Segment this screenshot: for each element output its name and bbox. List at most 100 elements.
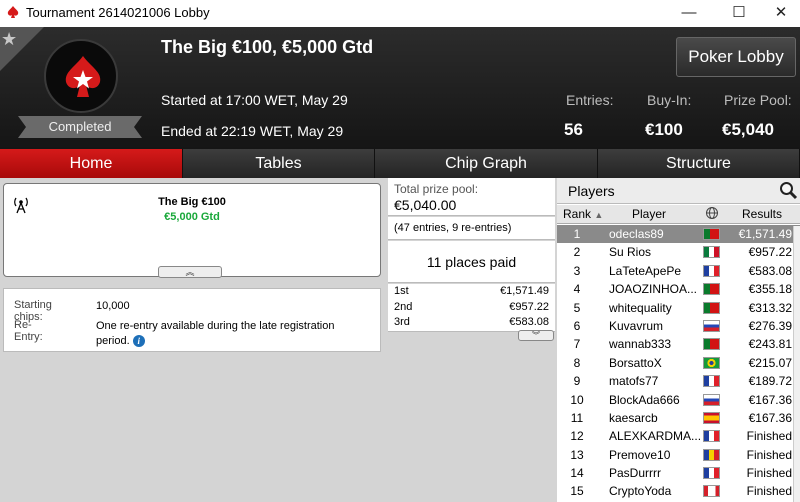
tab-chip-graph[interactable]: Chip Graph: [375, 149, 598, 178]
reentry-label: Re-Entry:: [14, 319, 43, 343]
tournament-name: The Big €100: [158, 196, 226, 208]
mexico-flag-icon: [703, 246, 720, 259]
player-row[interactable]: 12 ALEXKARDMA... Finished: [557, 427, 800, 445]
home-panel: The Big €100 €5,000 Gtd ︽ Starting chips…: [0, 178, 386, 502]
star-icon[interactable]: ★: [1, 29, 17, 50]
start-time: Started at 17:00 WET, May 29: [161, 92, 348, 108]
player-row[interactable]: 8 BorsattoX €215.07: [557, 354, 800, 372]
player-row[interactable]: 6 Kuvavrum €276.39: [557, 317, 800, 335]
maximize-button[interactable]: ☐: [716, 0, 762, 27]
player-row[interactable]: 9 matofs77 €189.72: [557, 372, 800, 390]
players-list: 1 odeclas89 €1,571.49 2 Su Rios €957.22 3 LaTet…: [557, 225, 800, 501]
player-row[interactable]: 11 kaesarcb €167.36: [557, 409, 800, 427]
close-button[interactable]: ✕: [758, 0, 800, 27]
prize-pool-value: €5,040: [722, 120, 774, 139]
rank-column-wrap[interactable]: Rank ▲: [563, 207, 603, 221]
player-rank: 6: [573, 318, 581, 333]
player-row[interactable]: 3 LaTeteApePe €583.08: [557, 262, 800, 280]
player-rank: 10: [570, 392, 584, 407]
russia-flag-icon: [703, 393, 720, 406]
player-rank: 7: [573, 337, 581, 352]
player-rank: 12: [570, 429, 584, 444]
player-name: JOAOZINHOA...: [609, 282, 698, 297]
portugal-flag-icon: [703, 283, 720, 296]
entries-summary: (47 entries, 9 re-entries): [388, 217, 555, 240]
player-result: €167.36: [748, 392, 792, 407]
player-rank: 5: [573, 300, 581, 315]
payout-amount: €1,571.49: [500, 285, 549, 297]
payout-expand-toggle[interactable]: ︾: [518, 330, 554, 341]
total-prize-label: Total prize pool:: [394, 182, 479, 196]
player-result: Finished: [746, 484, 792, 499]
player-row[interactable]: 5 whitequality €313.32: [557, 299, 800, 317]
player-result: €189.72: [748, 374, 792, 389]
payout-place: 2nd: [394, 300, 413, 313]
player-row[interactable]: 15 CryptoYoda Finished: [557, 482, 800, 500]
france-flag-icon: [703, 375, 720, 388]
player-row[interactable]: 10 BlockAda666 €167.36: [557, 391, 800, 409]
buyin-value: €100: [645, 120, 683, 139]
window-titlebar: Tournament 2614021006 Lobby — ☐ ✕: [0, 0, 800, 27]
player-name: BlockAda666: [609, 392, 680, 407]
moldova-flag-icon: [703, 448, 720, 461]
player-result: Finished: [746, 466, 792, 481]
player-name: BorsattoX: [609, 355, 662, 370]
tab-tables[interactable]: Tables: [183, 149, 375, 178]
payout-place: 1st: [394, 285, 409, 297]
player-name: Su Rios: [609, 245, 652, 260]
globe-icon[interactable]: [705, 206, 719, 223]
search-icon[interactable]: [779, 181, 798, 200]
info-icon[interactable]: i: [132, 335, 145, 347]
expand-toggle[interactable]: ︽: [158, 266, 222, 278]
starting-chips-value: 10,000: [96, 300, 130, 312]
minimize-button[interactable]: —: [666, 0, 712, 27]
window-title: Tournament 2614021006 Lobby: [26, 5, 210, 20]
player-rank: 14: [570, 466, 584, 481]
player-row[interactable]: 13 Premove10 Finished: [557, 446, 800, 464]
tournament-info: Starting chips: 10,000 Re-Entry: One re-…: [3, 288, 381, 352]
player-rank: 3: [573, 263, 581, 278]
player-name: whitequality: [609, 300, 672, 315]
spade-logo-icon: [65, 56, 101, 97]
player-name: odeclas89: [609, 227, 664, 241]
player-result: €243.81: [748, 337, 792, 352]
payout-amount: €957.22: [509, 300, 549, 313]
prize-panel: Total prize pool: €5,040.00 (47 entries,…: [388, 178, 555, 502]
france-flag-icon: [703, 467, 720, 480]
players-heading: Players: [568, 183, 615, 199]
sort-asc-icon: ▲: [594, 210, 604, 220]
rank-column-header[interactable]: Rank: [563, 207, 591, 221]
player-result: €957.22: [748, 245, 792, 260]
reentry-text-wrap: One re-entry available during the late r…: [96, 319, 358, 349]
player-row[interactable]: 14 PasDurrrr Finished: [557, 464, 800, 482]
pokerstars-spade-icon: [7, 6, 19, 18]
entries-label: Entries:: [566, 92, 614, 108]
player-name: LaTeteApePe: [609, 263, 682, 278]
payout-place: 3rd: [394, 316, 410, 328]
player-name: PasDurrrr: [609, 466, 662, 481]
players-scrollbar[interactable]: [793, 226, 800, 502]
portugal-flag-icon: [703, 338, 720, 351]
player-row[interactable]: 2 Su Rios €957.22: [557, 243, 800, 261]
tab-structure[interactable]: Structure: [598, 149, 800, 178]
player-rank: 15: [570, 484, 584, 499]
player-row[interactable]: 4 JOAOZINHOA... €355.18: [557, 280, 800, 298]
player-name: ALEXKARDMA...: [609, 429, 702, 444]
tournament-header: ★ Completed The Big €100, €5,000 Gtd Sta…: [0, 27, 800, 149]
player-result: €215.07: [748, 355, 792, 370]
player-rank: 11: [570, 410, 584, 425]
results-column-header[interactable]: Results: [742, 207, 782, 221]
places-paid: 11 places paid: [388, 241, 555, 283]
player-name: CryptoYoda: [609, 484, 672, 499]
player-rank: 13: [570, 447, 584, 462]
player-column-header[interactable]: Player: [632, 207, 666, 221]
payout-row: 3rd €583.08: [388, 315, 555, 331]
poker-lobby-button[interactable]: Poker Lobby: [676, 37, 796, 77]
tab-home[interactable]: Home: [0, 149, 183, 178]
player-row[interactable]: 7 wannab333 €243.81: [557, 335, 800, 353]
player-rank: 4: [573, 282, 581, 297]
player-result: Finished: [746, 429, 792, 444]
payout-row: 1st €1,571.49: [388, 284, 555, 300]
lobby-tabs: Home Tables Chip Graph Structure: [0, 149, 800, 178]
player-row[interactable]: 1 odeclas89 €1,571.49: [557, 225, 800, 244]
